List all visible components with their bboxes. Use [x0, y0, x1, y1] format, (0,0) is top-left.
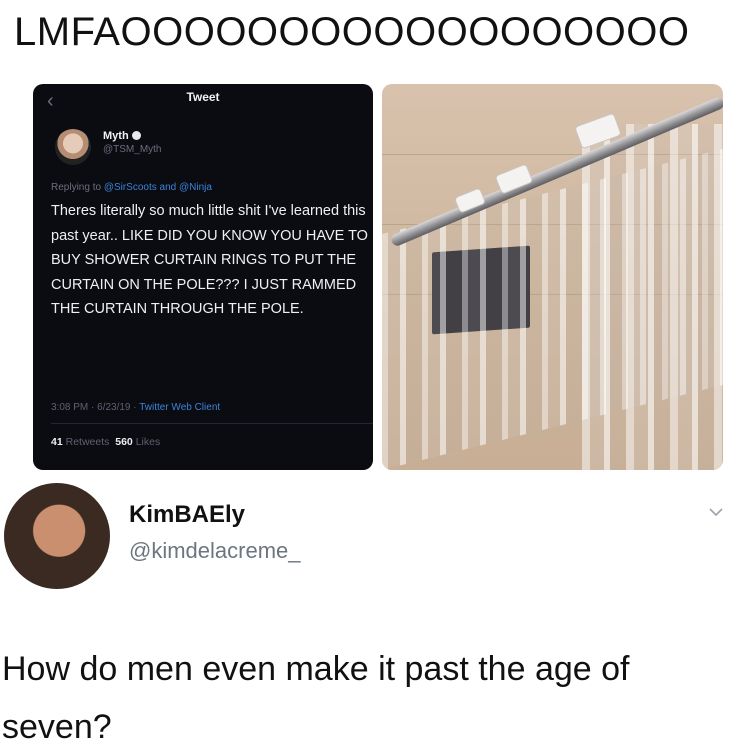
tweet-stats: 41 Retweets 560 Likes [51, 436, 160, 448]
chevron-down-icon[interactable] [708, 504, 724, 520]
author-handle: @TSM_Myth [103, 144, 162, 155]
tweet-client: Twitter Web Client [139, 402, 221, 413]
tweet-timestamp: 3:08 PM · 6/23/19 · [51, 402, 140, 413]
reply-text: How do men even make it past the age of … [2, 650, 630, 746]
reply-display-name[interactable]: KimBAEly [129, 501, 245, 529]
reply-handle[interactable]: @kimdelacreme_ [129, 538, 301, 564]
author-name-text: Myth [103, 130, 129, 142]
likes-count: 560 [115, 436, 133, 448]
avatar [55, 129, 91, 165]
tweet-header-title: Tweet [186, 90, 220, 104]
replying-prefix: Replying to [51, 182, 104, 193]
replying-to-users: @SirScoots and @Ninja [103, 182, 212, 193]
divider [51, 423, 373, 424]
author-name: Myth [103, 130, 141, 142]
embedded-tweet-screenshot: ‹ Tweet Myth @TSM_Myth Replying to @SirS… [33, 84, 373, 470]
tweet-meta: 3:08 PM · 6/23/19 · Twitter Web Client [51, 402, 220, 413]
verified-icon [131, 131, 141, 140]
shower-curtain-photo [382, 84, 723, 470]
likes-label: Likes [135, 436, 161, 448]
tweet-text: Theres literally so much little shit I'v… [51, 203, 368, 317]
replying-to: Replying to @SirScoots and @Ninja [51, 182, 212, 193]
meme-caption: LMFAOOOOOOOOOOOOOOOOOO [14, 10, 690, 54]
shower-curtain-right [582, 124, 723, 470]
retweets-label: Retweets [65, 436, 110, 448]
avatar[interactable] [4, 483, 110, 589]
retweets-count: 41 [51, 436, 63, 448]
